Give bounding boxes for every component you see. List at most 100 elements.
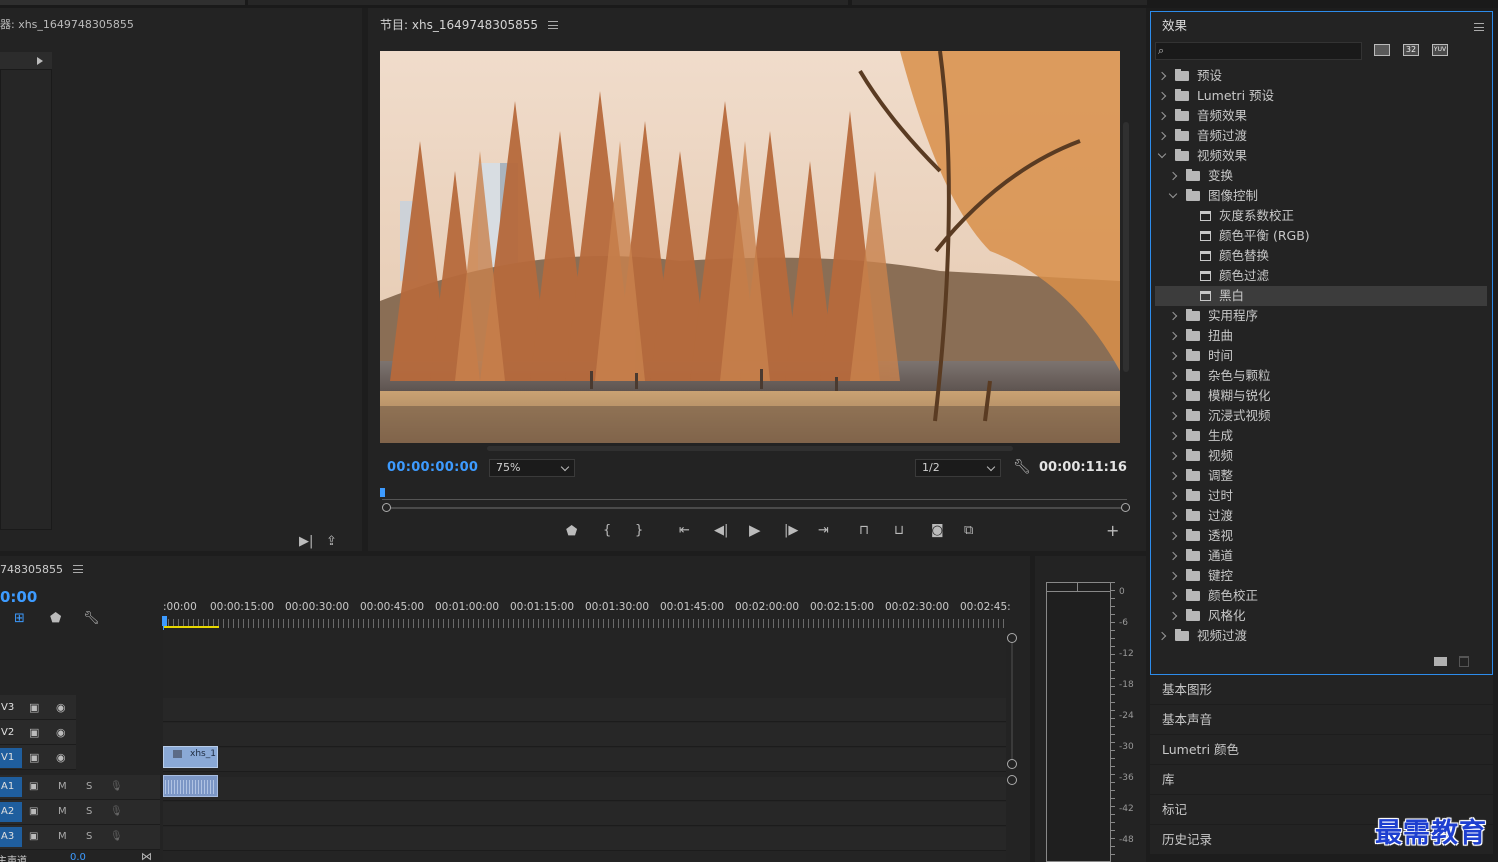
chevron-right-icon[interactable]: [1168, 531, 1178, 541]
eye-icon[interactable]: ◉: [56, 701, 66, 715]
chevron-right-icon[interactable]: [1168, 471, 1178, 481]
step-forward-icon[interactable]: |▶: [784, 524, 798, 538]
video-track-lane[interactable]: [163, 698, 1006, 722]
effect-folder[interactable]: 扭曲: [1155, 326, 1487, 346]
audio-track-lane[interactable]: [163, 827, 1006, 851]
program-scrub-end-handle[interactable]: [1121, 503, 1130, 512]
panel-menu-icon[interactable]: [548, 21, 559, 29]
effect-folder[interactable]: 过渡: [1155, 506, 1487, 526]
effect-folder[interactable]: 视频: [1155, 446, 1487, 466]
chevron-right-icon[interactable]: [1157, 111, 1167, 121]
chevron-right-icon[interactable]: [1168, 491, 1178, 501]
chevron-right-icon[interactable]: [1168, 611, 1178, 621]
film-icon[interactable]: ▣: [29, 726, 39, 740]
film-icon[interactable]: ▣: [29, 780, 38, 794]
track-target-v1[interactable]: V1: [0, 748, 22, 768]
effect-item[interactable]: 颜色过滤: [1155, 266, 1487, 286]
effect-folder[interactable]: 沉浸式视频: [1155, 406, 1487, 426]
video-track-lane[interactable]: [163, 748, 1006, 772]
chevron-right-icon[interactable]: [1157, 631, 1167, 641]
effect-folder[interactable]: 透视: [1155, 526, 1487, 546]
master-track-value[interactable]: 0.0: [70, 852, 86, 862]
video-track-lane[interactable]: [163, 723, 1006, 747]
zoom-select[interactable]: 75%: [489, 459, 575, 477]
chevron-right-icon[interactable]: [1157, 131, 1167, 141]
timeline-vscroll-top-handle[interactable]: [1007, 633, 1017, 643]
mute-button[interactable]: M: [58, 780, 67, 794]
timeline-vscroll-bottom-handle[interactable]: [1007, 759, 1017, 769]
effect-item[interactable]: 灰度系数校正: [1155, 206, 1487, 226]
effect-folder[interactable]: 杂色与颗粒: [1155, 366, 1487, 386]
film-icon[interactable]: ▣: [29, 701, 39, 715]
timeline-title[interactable]: 748305855: [0, 563, 83, 576]
audio-vscroll-top-handle[interactable]: [1007, 775, 1017, 785]
chevron-right-icon[interactable]: [1168, 371, 1178, 381]
side-panel-tab[interactable]: 基本图形: [1150, 675, 1493, 704]
effect-folder[interactable]: 音频过渡: [1155, 126, 1487, 146]
side-panel-tab[interactable]: 基本声音: [1150, 705, 1493, 734]
audio-track-lane[interactable]: [163, 777, 1006, 801]
chevron-right-icon[interactable]: [1168, 571, 1178, 581]
chevron-right-icon[interactable]: [1168, 451, 1178, 461]
film-icon[interactable]: ▣: [29, 805, 38, 819]
source-monitor-title[interactable]: 器: xhs_1649748305855: [0, 16, 134, 32]
chevron-right-icon[interactable]: [1157, 71, 1167, 81]
step-back-icon[interactable]: ◀|: [714, 524, 728, 538]
mark-out-icon[interactable]: }: [635, 524, 643, 538]
audio-track-lane[interactable]: [163, 802, 1006, 826]
play-arrow-icon[interactable]: [37, 57, 43, 65]
lift-icon[interactable]: ⊓: [859, 524, 869, 538]
video-vertical-scrollbar[interactable]: [1123, 122, 1129, 372]
effects-search-input[interactable]: [1155, 42, 1362, 60]
track-target-v2[interactable]: V2: [0, 723, 22, 743]
32bit-effects-filter-icon[interactable]: 32: [1403, 44, 1419, 56]
effect-folder[interactable]: 变换: [1155, 166, 1487, 186]
effect-folder[interactable]: 颜色校正: [1155, 586, 1487, 606]
effect-folder[interactable]: 图像控制: [1155, 186, 1487, 206]
effect-folder[interactable]: 生成: [1155, 426, 1487, 446]
track-target-a1[interactable]: A1: [0, 777, 22, 797]
button-editor-plus-icon[interactable]: +: [1106, 523, 1119, 539]
effect-item[interactable]: 颜色替换: [1155, 246, 1487, 266]
effect-folder[interactable]: 通道: [1155, 546, 1487, 566]
effect-folder[interactable]: 调整: [1155, 466, 1487, 486]
effect-folder[interactable]: Lumetri 预设: [1155, 86, 1487, 106]
effect-folder[interactable]: 音频效果: [1155, 106, 1487, 126]
add-marker-icon[interactable]: ⬟: [566, 525, 577, 539]
effect-folder[interactable]: 风格化: [1155, 606, 1487, 626]
solo-button[interactable]: S: [86, 805, 92, 819]
effect-folder[interactable]: 模糊与锐化: [1155, 386, 1487, 406]
delete-icon[interactable]: [1459, 656, 1469, 667]
resolution-select[interactable]: 1/2: [915, 459, 1001, 477]
chevron-right-icon[interactable]: [1168, 391, 1178, 401]
solo-button[interactable]: S: [86, 780, 92, 794]
chevron-down-icon[interactable]: [1157, 149, 1167, 159]
effects-panel-menu-icon[interactable]: [1474, 23, 1484, 31]
chevron-right-icon[interactable]: [1168, 351, 1178, 361]
timeline-menu-icon[interactable]: [73, 565, 83, 573]
eye-icon[interactable]: ◉: [56, 751, 66, 765]
chevron-right-icon[interactable]: [1168, 431, 1178, 441]
effect-folder[interactable]: 过时: [1155, 486, 1487, 506]
solo-button[interactable]: S: [86, 830, 92, 844]
extract-icon[interactable]: ⊔: [894, 524, 904, 538]
new-bin-icon[interactable]: [1434, 657, 1447, 666]
effect-folder[interactable]: 时间: [1155, 346, 1487, 366]
chevron-down-icon[interactable]: [1168, 189, 1178, 199]
play-icon[interactable]: ▶: [749, 523, 761, 538]
effect-folder[interactable]: 预设: [1155, 66, 1487, 86]
chevron-right-icon[interactable]: [1168, 311, 1178, 321]
comparison-view-icon[interactable]: ⧉: [964, 524, 973, 538]
program-scrub-start-handle[interactable]: [382, 503, 391, 512]
effect-folder[interactable]: 实用程序: [1155, 306, 1487, 326]
chevron-right-icon[interactable]: [1168, 331, 1178, 341]
snap-icon[interactable]: ⊞: [14, 612, 25, 626]
timeline-settings-wrench-icon[interactable]: 🔧︎: [83, 612, 100, 626]
video-scrollbar[interactable]: [487, 446, 1013, 451]
go-to-out-icon[interactable]: ⇥: [818, 524, 829, 538]
side-panel-tab[interactable]: 库: [1150, 765, 1493, 794]
microphone-icon[interactable]: 🎙︎: [110, 805, 123, 819]
chevron-right-icon[interactable]: [1168, 511, 1178, 521]
chevron-right-icon[interactable]: [1168, 171, 1178, 181]
yuv-effects-filter-icon[interactable]: YUV: [1432, 44, 1448, 56]
